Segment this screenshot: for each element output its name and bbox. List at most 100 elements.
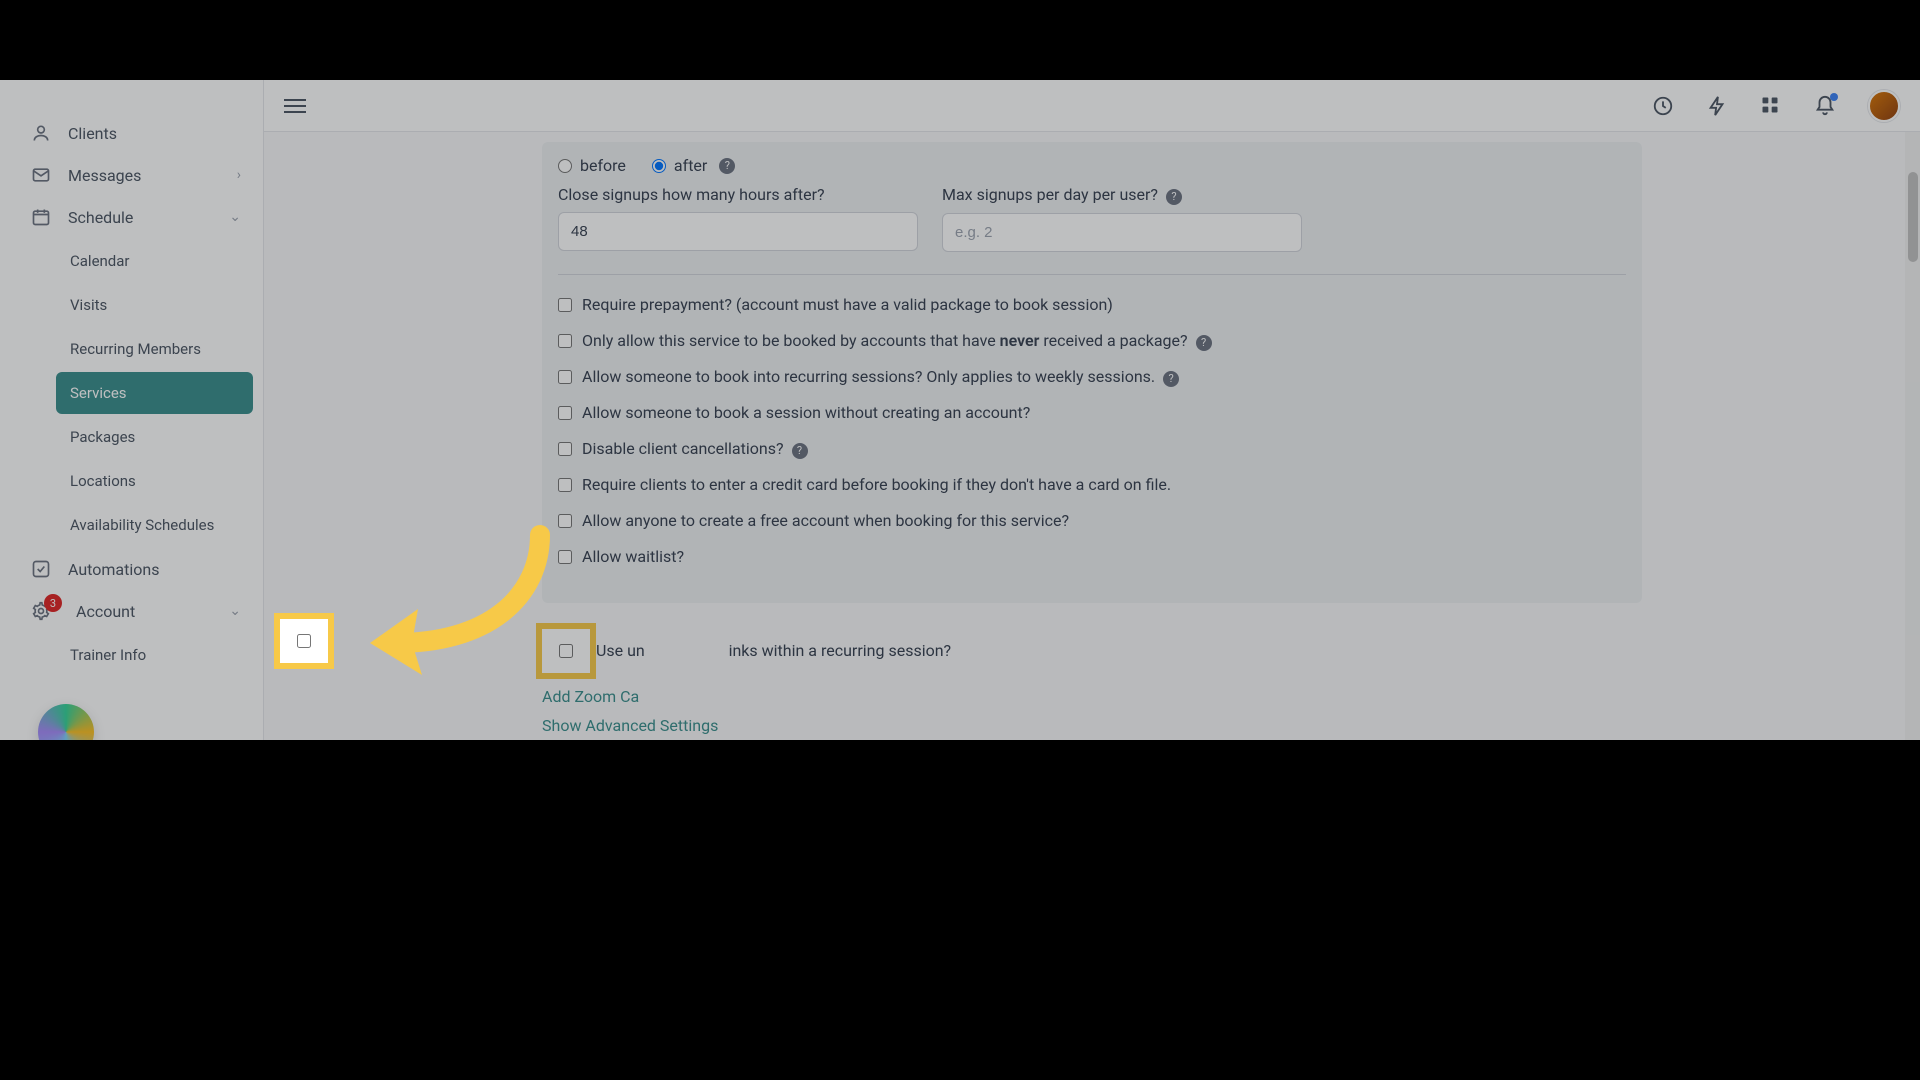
sidebar: Clients Messages › Schedule ⌄ Calendar V… <box>0 80 264 740</box>
subnav-packages[interactable]: Packages <box>56 416 253 458</box>
gear-icon: 3 <box>30 600 52 622</box>
check-free-account-label: Allow anyone to create a free account wh… <box>582 509 1069 533</box>
highlight-box-overlay <box>280 619 328 663</box>
help-icon[interactable]: ? <box>1196 335 1212 351</box>
check-recurring[interactable]: Allow someone to book into recurring ses… <box>558 365 1626 389</box>
calendar-icon <box>30 206 52 228</box>
close-signups-label: Close signups how many hours after? <box>558 185 918 204</box>
help-icon[interactable]: ? <box>719 158 735 174</box>
radio-after[interactable] <box>652 159 666 173</box>
check-credit-card-label: Require clients to enter a credit card b… <box>582 473 1171 497</box>
show-advanced-link[interactable]: Show Advanced Settings <box>542 716 1642 735</box>
unique-post-text: inks within a recurring session? <box>729 641 952 660</box>
nav-clients[interactable]: Clients <box>0 112 263 154</box>
checkbox-waitlist[interactable] <box>558 550 572 564</box>
checkbox-disable-cancel[interactable] <box>558 442 572 456</box>
notification-dot-icon <box>1830 93 1838 101</box>
add-zoom-link[interactable]: Add Zoom Ca <box>542 687 1642 706</box>
check-prepayment[interactable]: Require prepayment? (account must have a… <box>558 293 1626 317</box>
nav-messages-label: Messages <box>68 166 141 185</box>
checkbox-credit-card[interactable] <box>558 478 572 492</box>
help-icon[interactable]: ? <box>1166 189 1182 205</box>
disable-cancel-text: Disable client cancellations? <box>582 439 784 458</box>
letterbox-bottom <box>0 740 1920 1080</box>
app-frame: Clients Messages › Schedule ⌄ Calendar V… <box>0 80 1920 740</box>
signup-settings-box: before after ? Close signups how many ho… <box>542 142 1642 603</box>
schedule-submenu: Calendar Visits Recurring Members Servic… <box>0 240 263 546</box>
unique-pre-text: Use un <box>596 641 645 660</box>
check-square-icon <box>30 558 52 580</box>
below-box: Use unique Zoom links within a recurring… <box>542 627 1642 741</box>
check-unique-links-label: Use unique Zoom links within a recurring… <box>596 641 951 660</box>
account-submenu: Trainer Info <box>0 634 263 676</box>
close-signups-field: Close signups how many hours after? <box>558 185 918 252</box>
chevron-right-icon: › <box>237 167 241 183</box>
check-credit-card[interactable]: Require clients to enter a credit card b… <box>558 473 1626 497</box>
clock-icon[interactable] <box>1652 95 1674 117</box>
checkbox-never-package[interactable] <box>558 334 572 348</box>
check-never-package-label: Only allow this service to be booked by … <box>582 329 1212 353</box>
check-prepayment-label: Require prepayment? (account must have a… <box>582 293 1113 317</box>
subnav-availability[interactable]: Availability Schedules <box>56 504 253 546</box>
close-signups-input[interactable] <box>558 212 918 251</box>
checkbox-prepayment[interactable] <box>558 298 572 312</box>
nav-schedule[interactable]: Schedule ⌄ <box>0 196 263 238</box>
subnav-recurring-members[interactable]: Recurring Members <box>56 328 253 370</box>
chevron-down-icon: ⌄ <box>229 209 241 225</box>
lightning-icon[interactable] <box>1706 95 1728 117</box>
max-signups-label-text: Max signups per day per user? <box>942 185 1158 204</box>
topbar-actions <box>1652 90 1900 122</box>
highlight-punch <box>280 619 322 663</box>
scrollbar-track[interactable] <box>1905 132 1920 740</box>
nav-automations[interactable]: Automations <box>0 548 263 590</box>
nav-messages[interactable]: Messages › <box>0 154 263 196</box>
help-icon[interactable]: ? <box>1163 371 1179 387</box>
check-never-package[interactable]: Only allow this service to be booked by … <box>558 329 1626 353</box>
check-free-account[interactable]: Allow anyone to create a free account wh… <box>558 509 1626 533</box>
check-waitlist[interactable]: Allow waitlist? <box>558 545 1626 569</box>
never-post-text: received a package? <box>1039 331 1187 350</box>
nav-account[interactable]: 3 Account ⌄ <box>0 590 263 632</box>
letterbox-top <box>0 0 1920 80</box>
topbar <box>264 80 1920 132</box>
menu-toggle-icon[interactable] <box>284 95 306 117</box>
check-disable-cancel-label: Disable client cancellations? ? <box>582 437 808 461</box>
check-waitlist-label: Allow waitlist? <box>582 545 684 569</box>
nav-clients-label: Clients <box>68 124 117 143</box>
subnav-trainer-info[interactable]: Trainer Info <box>56 634 253 676</box>
checkbox-unique-links[interactable] <box>559 644 573 658</box>
field-row: Close signups how many hours after? Max … <box>558 185 1626 252</box>
divider <box>558 274 1626 275</box>
max-signups-input[interactable] <box>942 213 1302 252</box>
never-bold-text: never <box>1000 331 1040 350</box>
check-no-account-label: Allow someone to book a session without … <box>582 401 1030 425</box>
avatar[interactable] <box>1868 90 1900 122</box>
radio-before-label: before <box>580 156 626 175</box>
envelope-icon <box>30 164 52 186</box>
checkbox-unique-links-overlay[interactable] <box>297 634 311 648</box>
checkbox-no-account[interactable] <box>558 406 572 420</box>
bell-icon[interactable] <box>1814 95 1836 117</box>
recurring-text: Allow someone to book into recurring ses… <box>582 367 1155 386</box>
radio-before[interactable] <box>558 159 572 173</box>
timing-radio-group: before after ? <box>558 156 1626 175</box>
subnav-services[interactable]: Services <box>56 372 253 414</box>
check-disable-cancel[interactable]: Disable client cancellations? ? <box>558 437 1626 461</box>
highlight-box <box>542 629 590 673</box>
help-icon[interactable]: ? <box>792 443 808 459</box>
scrollbar-thumb[interactable] <box>1908 172 1918 262</box>
checkbox-free-account[interactable] <box>558 514 572 528</box>
subnav-visits[interactable]: Visits <box>56 284 253 326</box>
nav-automations-label: Automations <box>68 560 159 579</box>
check-unique-links[interactable]: Use unique Zoom links within a recurring… <box>542 629 1642 673</box>
grid-icon[interactable] <box>1760 95 1782 117</box>
check-recurring-label: Allow someone to book into recurring ses… <box>582 365 1179 389</box>
check-no-account[interactable]: Allow someone to book a session without … <box>558 401 1626 425</box>
nav-account-label: Account <box>76 602 135 621</box>
subnav-calendar[interactable]: Calendar <box>56 240 253 282</box>
checkbox-recurring[interactable] <box>558 370 572 384</box>
max-signups-label: Max signups per day per user? ? <box>942 185 1302 205</box>
subnav-locations[interactable]: Locations <box>56 460 253 502</box>
service-form: before after ? Close signups how many ho… <box>542 132 1642 740</box>
chevron-down-icon: ⌄ <box>229 603 241 619</box>
